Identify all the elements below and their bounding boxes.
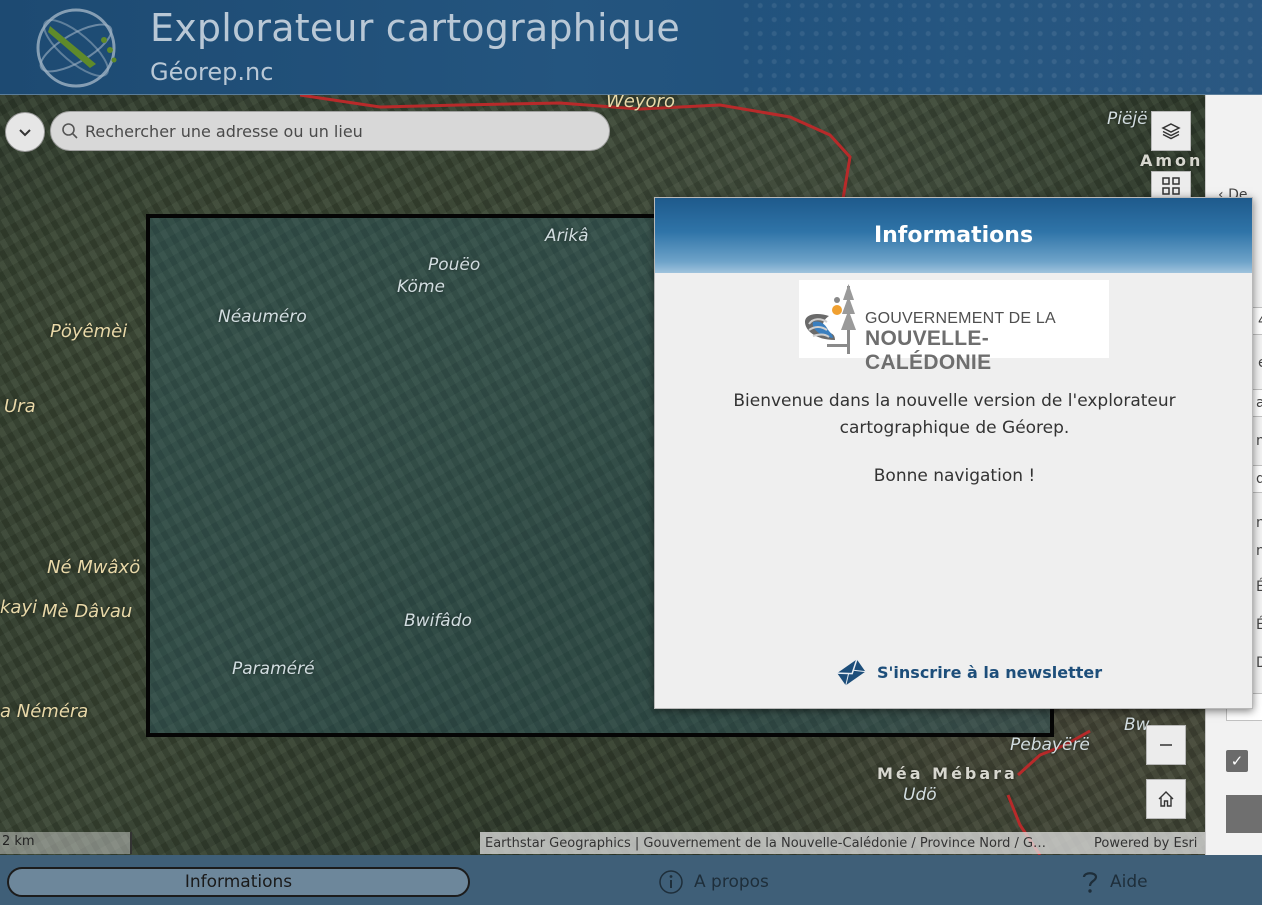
panel-item-label: n: [1256, 515, 1262, 531]
place-label: Udö: [903, 785, 937, 805]
tab-aide[interactable]: Aide: [1080, 867, 1148, 897]
tab-aide-label: Aide: [1110, 872, 1148, 892]
dialog-title: Informations: [873, 223, 1034, 248]
place-label: Bwifâdo: [404, 611, 472, 631]
place-label: Arikâ: [545, 226, 589, 246]
panel-item-label: É: [1256, 617, 1262, 633]
app-header: Explorateur cartographique Géorep.nc: [0, 0, 1262, 95]
app-title: Explorateur cartographique: [150, 6, 680, 50]
place-label: Pouëo: [428, 255, 481, 275]
panel-action-button[interactable]: [1226, 795, 1262, 833]
place-label: Ura: [4, 396, 36, 417]
panel-item-label: É: [1256, 579, 1262, 595]
help-icon: [1082, 872, 1098, 893]
nouvelle-caledonie-emblem-icon: [805, 284, 856, 354]
info-icon: [659, 870, 683, 894]
grid-icon: [1162, 177, 1180, 195]
header-texture: [742, 0, 1262, 94]
panel-item-label: n: [1256, 543, 1262, 559]
search-bar[interactable]: [50, 111, 610, 151]
place-label: Pebayërë: [1010, 735, 1090, 755]
place-label: Mè Dâvau: [42, 601, 133, 622]
panel-checkbox[interactable]: ✓: [1226, 750, 1248, 772]
logo-line-1: GOUVERNEMENT DE LA: [865, 310, 1056, 327]
place-label: kayi: [0, 597, 38, 618]
place-label: a Néméra: [0, 701, 89, 722]
zoom-out-icon: [1160, 744, 1172, 746]
newsletter-link[interactable]: S'inscrire à la newsletter: [835, 656, 1102, 688]
place-label: Méa Mébara: [877, 764, 1018, 783]
place-label: Né Mwâxö: [47, 557, 141, 578]
scale-bar: 2 km: [0, 832, 132, 854]
panel-item-label: D: [1256, 655, 1262, 671]
tab-a-propos[interactable]: A propos: [658, 867, 769, 897]
layers-button[interactable]: [1151, 111, 1191, 151]
newsletter-label: S'inscrire à la newsletter: [877, 662, 1103, 682]
powered-by-esri[interactable]: Powered by Esri: [1094, 836, 1197, 851]
place-label: Pöyêmèi: [50, 321, 128, 342]
tab-informations-label: Informations: [184, 872, 293, 892]
georep-logo-icon: [36, 8, 117, 88]
panel-item-label: df: [1256, 471, 1262, 487]
place-label: Amon: [1140, 151, 1204, 170]
place-label: Néauméro: [218, 307, 307, 327]
layers-icon: [1161, 123, 1181, 140]
basemap-dropdown-button[interactable]: [5, 112, 45, 152]
panel-item-label: m: [1256, 433, 1262, 449]
place-label: Köme: [397, 277, 445, 297]
place-label: Weyoro: [606, 95, 675, 112]
bottom-bar: Informations A propos Aide: [0, 855, 1262, 905]
place-label: Piëjë: [1107, 109, 1148, 129]
informations-dialog: Informations GOUVERNEMENT DE LA NOUVELLE…: [654, 197, 1253, 709]
panel-item-label: e: [1258, 355, 1262, 371]
government-logo: GOUVERNEMENT DE LA NOUVELLE-CALÉDONIE: [799, 280, 1109, 374]
tab-a-propos-label: A propos: [694, 872, 769, 892]
app-subtitle: Géorep.nc: [150, 58, 274, 86]
search-icon: [62, 123, 78, 139]
place-label: Paraméré: [232, 659, 315, 679]
greeting-message: Bonne navigation !: [873, 466, 1036, 486]
welcome-message: Bienvenue dans la nouvelle version de l'…: [733, 391, 1176, 438]
home-icon: [1158, 791, 1174, 807]
chevron-down-icon: [19, 129, 31, 137]
home-button[interactable]: [1146, 779, 1186, 819]
attribution-text: Earthstar Geographics | Gouvernement de …: [485, 835, 1047, 851]
panel-item-label: 4: [1258, 313, 1262, 329]
dialog-header: Informations: [655, 198, 1252, 273]
zoom-out-button[interactable]: [1146, 725, 1186, 765]
logo-line-2: NOUVELLE-CALÉDONIE: [865, 327, 992, 374]
tab-informations[interactable]: Informations: [7, 867, 470, 897]
search-input[interactable]: [85, 121, 585, 141]
map-attribution: Earthstar Geographics | Gouvernement de …: [480, 832, 1205, 854]
envelope-icon: [837, 659, 866, 686]
panel-item-label: ar: [1256, 395, 1262, 411]
